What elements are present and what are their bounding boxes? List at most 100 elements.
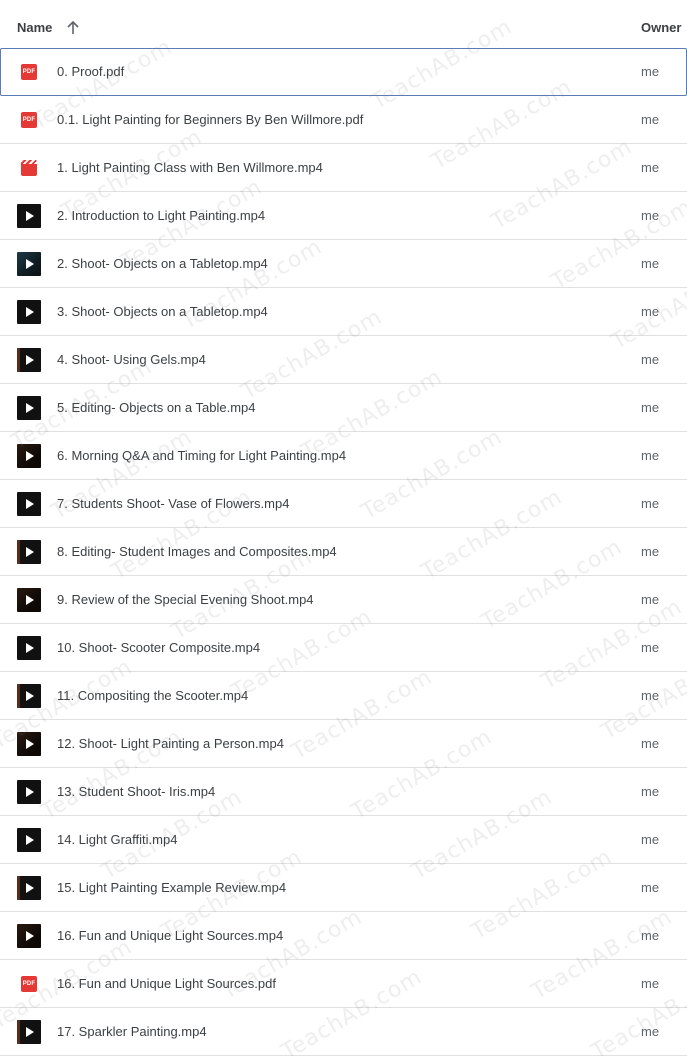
file-name: 12. Shoot- Light Painting a Person.mp4: [57, 736, 284, 751]
pdf-badge: PDF: [21, 64, 37, 80]
video-thumbnail-icon: [17, 1020, 41, 1044]
play-icon: [26, 691, 34, 701]
file-owner: me: [641, 352, 660, 367]
play-icon: [26, 787, 34, 797]
file-name: 5. Editing- Objects on a Table.mp4: [57, 400, 256, 415]
play-icon: [26, 355, 34, 365]
column-header-row: Name Owner: [0, 0, 687, 48]
file-name: 8. Editing- Student Images and Composite…: [57, 544, 337, 559]
video-thumbnail-icon: [17, 588, 41, 612]
file-row[interactable]: 6. Morning Q&A and Timing for Light Pain…: [0, 432, 687, 480]
file-row[interactable]: PDF 16. Fun and Unique Light Sources.pdf m…: [0, 960, 687, 1008]
video-thumbnail-icon: [17, 204, 41, 228]
file-name: 7. Students Shoot- Vase of Flowers.mp4: [57, 496, 290, 511]
file-name: 0.1. Light Painting for Beginners By Ben…: [57, 112, 364, 127]
file-row[interactable]: 1. Light Painting Class with Ben Willmor…: [0, 144, 687, 192]
file-owner: me: [641, 400, 660, 415]
owner-column-label: Owner: [641, 20, 682, 35]
video-thumbnail-icon: [17, 780, 41, 804]
play-icon: [26, 835, 34, 845]
video-thumbnail-icon: [17, 924, 41, 948]
play-icon: [26, 307, 34, 317]
video-thumbnail-icon: [17, 684, 41, 708]
video-thumbnail-icon: [17, 252, 41, 276]
pdf-file-icon: PDF: [17, 60, 41, 84]
video-thumbnail-icon: [17, 732, 41, 756]
video-thumbnail-icon: [17, 828, 41, 852]
file-name: 0. Proof.pdf: [57, 64, 125, 79]
play-icon: [26, 499, 34, 509]
play-icon: [26, 211, 34, 221]
pdf-file-icon: PDF: [17, 972, 41, 996]
file-owner: me: [641, 256, 660, 271]
video-thumbnail-icon: [17, 300, 41, 324]
video-thumbnail-icon: [17, 540, 41, 564]
file-owner: me: [641, 448, 660, 463]
file-owner: me: [641, 784, 660, 799]
play-icon: [26, 883, 34, 893]
file-row[interactable]: 16. Fun and Unique Light Sources.mp4 me: [0, 912, 687, 960]
name-column-label: Name: [17, 20, 53, 35]
file-row[interactable]: 12. Shoot- Light Painting a Person.mp4 me: [0, 720, 687, 768]
file-owner: me: [641, 976, 660, 991]
file-name: 15. Light Painting Example Review.mp4: [57, 880, 287, 895]
video-thumbnail-icon: [17, 492, 41, 516]
file-row[interactable]: 8. Editing- Student Images and Composite…: [0, 528, 687, 576]
video-thumbnail-icon: [17, 444, 41, 468]
arrow-up-icon[interactable]: [64, 19, 82, 37]
file-owner: me: [641, 544, 660, 559]
file-row[interactable]: 13. Student Shoot- Iris.mp4 me: [0, 768, 687, 816]
file-owner: me: [641, 880, 660, 895]
video-thumbnail-icon: [17, 636, 41, 660]
pdf-file-icon: PDF: [17, 108, 41, 132]
file-owner: me: [641, 832, 660, 847]
file-owner: me: [641, 304, 660, 319]
file-row[interactable]: 2. Shoot- Objects on a Tabletop.mp4 me: [0, 240, 687, 288]
file-name: 17. Sparkler Painting.mp4: [57, 1024, 207, 1039]
play-icon: [26, 259, 34, 269]
name-column-header[interactable]: Name: [17, 20, 52, 35]
file-owner: me: [641, 736, 660, 751]
owner-column-header[interactable]: Owner: [641, 20, 681, 35]
file-row[interactable]: 11. Compositing the Scooter.mp4 me: [0, 672, 687, 720]
file-row[interactable]: 9. Review of the Special Evening Shoot.m…: [0, 576, 687, 624]
pdf-badge: PDF: [21, 976, 37, 992]
file-row[interactable]: 2. Introduction to Light Painting.mp4 me: [0, 192, 687, 240]
file-owner: me: [641, 112, 660, 127]
file-name: 3. Shoot- Objects on a Tabletop.mp4: [57, 304, 268, 319]
file-row[interactable]: 3. Shoot- Objects on a Tabletop.mp4 me: [0, 288, 687, 336]
file-row[interactable]: PDF 0. Proof.pdf me: [0, 48, 687, 96]
play-icon: [26, 547, 34, 557]
file-row[interactable]: 4. Shoot- Using Gels.mp4 me: [0, 336, 687, 384]
file-row[interactable]: 10. Shoot- Scooter Composite.mp4 me: [0, 624, 687, 672]
file-name: 2. Shoot- Objects on a Tabletop.mp4: [57, 256, 268, 271]
file-owner: me: [641, 160, 660, 175]
file-row[interactable]: 15. Light Painting Example Review.mp4 me: [0, 864, 687, 912]
file-row[interactable]: 5. Editing- Objects on a Table.mp4 me: [0, 384, 687, 432]
file-list: PDF 0. Proof.pdf me PDF 0.1. Light Painting …: [0, 48, 687, 1056]
file-owner: me: [641, 592, 660, 607]
file-owner: me: [641, 208, 660, 223]
video-thumbnail-icon: [17, 348, 41, 372]
play-icon: [26, 1027, 34, 1037]
play-icon: [26, 643, 34, 653]
file-row[interactable]: 14. Light Graffiti.mp4 me: [0, 816, 687, 864]
video-thumbnail-icon: [17, 396, 41, 420]
video-file-icon: [17, 156, 41, 180]
file-name: 10. Shoot- Scooter Composite.mp4: [57, 640, 261, 655]
play-icon: [26, 403, 34, 413]
video-thumbnail-icon: [17, 876, 41, 900]
file-name: 6. Morning Q&A and Timing for Light Pain…: [57, 448, 347, 463]
file-owner: me: [641, 928, 660, 943]
play-icon: [26, 595, 34, 605]
file-owner: me: [641, 640, 660, 655]
file-owner: me: [641, 1024, 660, 1039]
file-name: 16. Fun and Unique Light Sources.pdf: [57, 976, 276, 991]
file-name: 14. Light Graffiti.mp4: [57, 832, 178, 847]
file-name: 4. Shoot- Using Gels.mp4: [57, 352, 206, 367]
file-row[interactable]: 17. Sparkler Painting.mp4 me: [0, 1008, 687, 1056]
file-name: 16. Fun and Unique Light Sources.mp4: [57, 928, 284, 943]
file-owner: me: [641, 688, 660, 703]
file-row[interactable]: 7. Students Shoot- Vase of Flowers.mp4 me: [0, 480, 687, 528]
file-row[interactable]: PDF 0.1. Light Painting for Beginners By …: [0, 96, 687, 144]
